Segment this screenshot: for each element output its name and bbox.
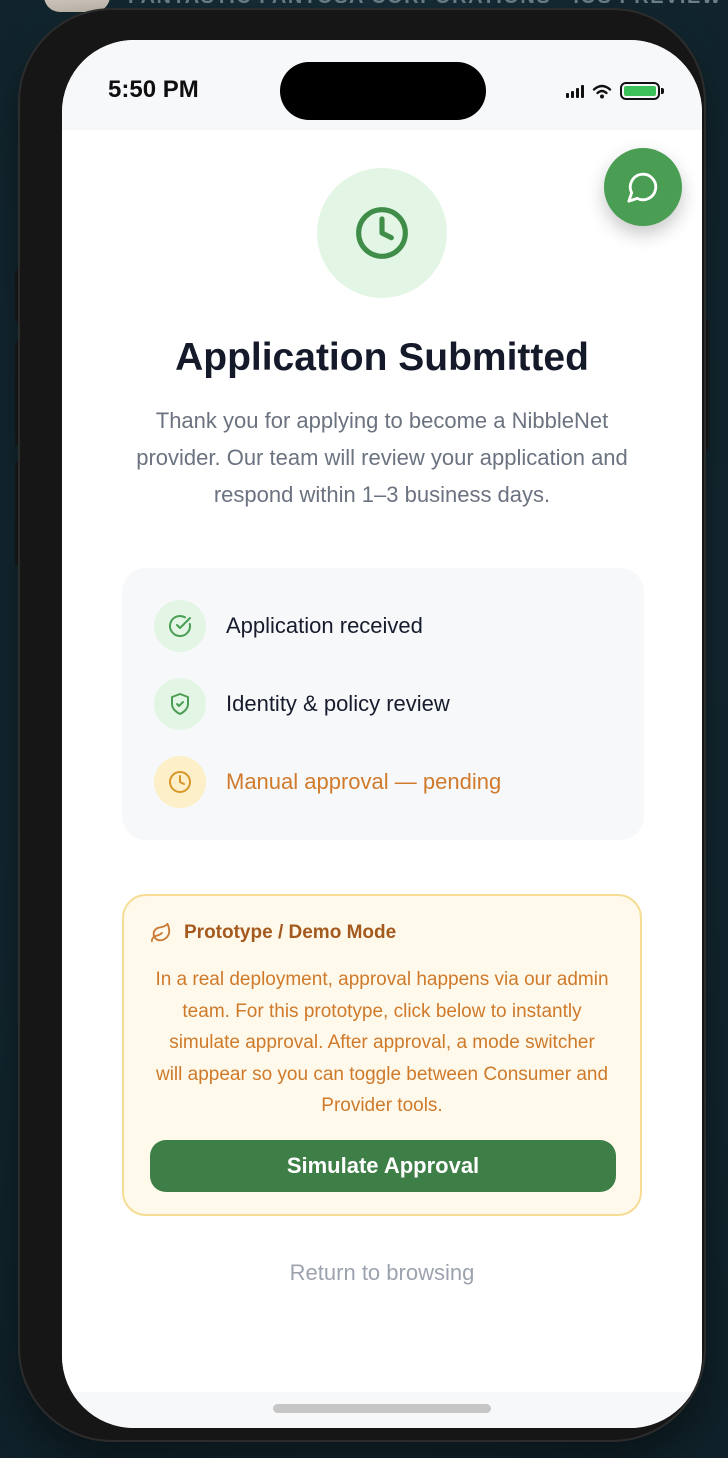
step-application-received: Application received <box>154 600 423 652</box>
dynamic-island <box>280 62 486 120</box>
cellular-signal-icon <box>566 84 584 98</box>
clock-icon <box>169 771 191 793</box>
wifi-icon <box>592 84 612 98</box>
page-subtitle: Thank you for applying to become a Nibbl… <box>136 408 628 507</box>
demo-header: Prototype / Demo Mode <box>150 922 396 944</box>
simulate-approval-button[interactable]: Simulate Approval <box>150 1140 616 1192</box>
step-label: Identity & policy review <box>226 691 450 716</box>
chat-bubble-icon <box>627 172 658 203</box>
step-manual-approval: Manual approval — pending <box>154 756 501 808</box>
step-label: Application received <box>226 613 423 638</box>
home-indicator[interactable] <box>273 1404 491 1413</box>
leaf-icon <box>150 922 171 943</box>
application-steps: Application received Identity & policy r… <box>122 568 644 840</box>
step-identity-review: Identity & policy review <box>154 678 450 730</box>
status-time: 5:50 PM <box>108 76 199 103</box>
status-icons <box>566 80 664 102</box>
demo-title: Prototype / Demo Mode <box>184 922 397 943</box>
step-label: Manual approval — pending <box>226 769 502 794</box>
application-submitted-screen: Application Submitted Thank you for appl… <box>62 130 702 1392</box>
step-icon-circle <box>154 600 206 652</box>
banner-text: FANTASTIC FANTOSA CORPORATIONS · IOS PRE… <box>128 0 722 9</box>
phone-frame: 5:50 PM Application Submitted Thank you … <box>20 10 704 1440</box>
phone-screen: 5:50 PM Application Submitted Thank you … <box>62 40 702 1428</box>
clock-icon <box>356 207 408 259</box>
status-icon-circle <box>317 168 447 298</box>
demo-description: In a real deployment, approval happens v… <box>155 969 609 1116</box>
step-icon-circle <box>154 756 206 808</box>
home-indicator-area <box>62 1392 702 1428</box>
status-bar: 5:50 PM <box>62 40 702 130</box>
shield-check-icon <box>171 693 189 715</box>
chat-button[interactable] <box>604 148 682 226</box>
page-title: Application Submitted <box>175 336 589 379</box>
battery-icon <box>620 82 664 100</box>
return-to-browsing-link[interactable]: Return to browsing <box>62 1260 702 1286</box>
battery-level <box>624 86 656 96</box>
step-icon-circle <box>154 678 206 730</box>
demo-mode-card: Prototype / Demo Mode In a real deployme… <box>122 894 642 1216</box>
check-circle-icon <box>169 615 191 637</box>
